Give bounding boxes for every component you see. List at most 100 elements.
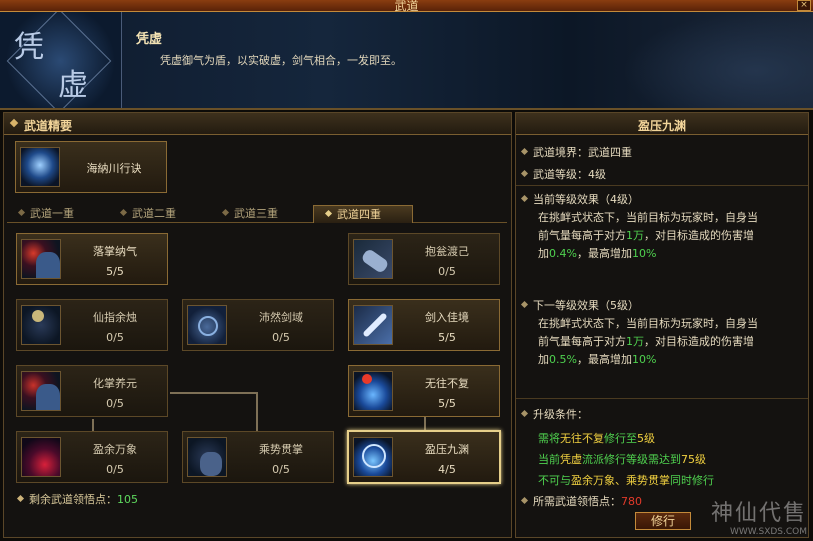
detail-title: 盈压九渊 (637, 119, 686, 133)
diamond-bullet-icon (16, 494, 25, 503)
next-effect-title: 下一等级效果（5级） (520, 297, 639, 313)
skill-card-selected[interactable]: 盈压九渊 4/5 (347, 430, 501, 484)
detail-header: 盈压九渊 (516, 113, 808, 135)
next-effect-label: 下一等级效果（ (533, 299, 610, 312)
next-effect-line-1: 在挑衅式状态下，当前目标为玩家时，自身当 (538, 317, 758, 330)
skill-card[interactable]: 仙指余烛 0/5 (16, 299, 168, 351)
skill-name: 乘势贯掌 (259, 443, 303, 456)
text: 流派修行等级需达到 (582, 453, 681, 466)
skill-header: 凭 虚 凭虚 凭虚御气为盾，以实破虚，剑气相合，一发即至。 (0, 12, 813, 110)
current-effect-title: 当前等级效果（4级） (520, 191, 639, 207)
close-button[interactable]: × (797, 0, 811, 11)
tree-connector (170, 392, 257, 394)
skill-detail-panel: 盈压九渊 武道境界：武道四重 武道等级：4级 当前等级效果（4级） 在挑衅式状态… (515, 112, 809, 538)
highlight-value: 10% (631, 247, 657, 260)
diamond-bullet-icon (520, 409, 529, 418)
text: 前气量每高于对方 (538, 335, 626, 348)
skill-name: 仙指余烛 (93, 311, 137, 324)
logo-char-1: 凭 (14, 30, 44, 65)
skill-card[interactable]: 乘势贯掌 0/5 (182, 431, 334, 483)
diamond-bullet-icon (17, 208, 26, 217)
skill-card[interactable]: 无往不复 5/5 (348, 365, 500, 417)
diamond-bullet-icon (520, 496, 529, 505)
level-line: 武道等级：4级 (520, 166, 606, 182)
requirement-label: 升级条件： (533, 408, 588, 421)
highlight-value: 10% (631, 353, 657, 366)
tree-connector (424, 415, 426, 431)
current-effect-level: 4级 (610, 193, 628, 206)
tab-tier-2[interactable]: 武道二重 (109, 205, 209, 223)
palm-icon (21, 239, 61, 279)
section-header: 武道精要 (4, 113, 511, 135)
palm-icon (21, 371, 61, 411)
skill-card[interactable]: 抱瓮渡己 0/5 (348, 233, 500, 285)
points-label: 剩余武道领悟点： (29, 493, 117, 506)
diamond-bullet-icon (9, 118, 19, 128)
text: ，最高增加 (576, 247, 632, 260)
skill-card[interactable]: 化掌养元 0/5 (16, 365, 168, 417)
detail-basic-block: 武道境界：武道四重 武道等级：4级 (516, 135, 808, 186)
skill-card[interactable]: 剑入佳境 5/5 (348, 299, 500, 351)
tab-label: 武道三重 (234, 207, 278, 220)
realm-line: 武道境界：武道四重 (520, 144, 632, 160)
martial-tree-panel: 武道精要 海納川行诀 武道一重 武道二重 武道三重 武道四重 落掌纳气 5/5 … (3, 112, 512, 538)
watermark-logo-text: 神仙代售 (710, 501, 807, 526)
text: 需将 (538, 432, 560, 445)
logo-char-2: 虚 (58, 68, 88, 103)
school-name: 凭虚 (136, 32, 163, 47)
skill-name: 抱瓮渡己 (425, 245, 469, 258)
skill-level: 0/5 (272, 463, 290, 476)
tree-connector (256, 392, 258, 431)
watermark: 神仙代售 WWW.SXDS.COM (711, 495, 807, 537)
top-skill-name: 海納川行诀 (86, 162, 142, 175)
required-points-label: 所需武道领悟点： (533, 495, 621, 508)
highlight-value: 5级 (637, 432, 655, 445)
text: 同时修行 (670, 474, 714, 487)
skill-level: 4/5 (438, 463, 456, 476)
tab-label: 武道一重 (30, 207, 74, 220)
highlight-value: 75级 (681, 453, 706, 466)
top-skill-card[interactable]: 海納川行诀 (15, 141, 167, 193)
skill-level: 0/5 (272, 331, 290, 344)
requirement-line-2: 当前凭虚流派修行等级需达到75级 (538, 451, 706, 467)
figure-icon (187, 437, 227, 477)
diamond-bullet-icon (119, 208, 128, 217)
realm-value: 武道四重 (588, 146, 632, 159)
requirement-title: 升级条件： (520, 406, 588, 422)
text: ，对目标造成的伤害增 (644, 229, 754, 242)
skill-level: 5/5 (438, 397, 456, 410)
tab-tier-4[interactable]: 武道四重 (313, 205, 413, 223)
next-effect-line-3: 加0.5%，最高增加10% (538, 351, 656, 367)
highlight-skills: 盈余万象、乘势贯掌 (571, 474, 670, 487)
tab-tier-1[interactable]: 武道一重 (7, 205, 107, 223)
train-button[interactable]: 修行 (635, 512, 691, 530)
tab-tier-3[interactable]: 武道三重 (211, 205, 311, 223)
sword-field-icon (187, 305, 227, 345)
tab-label: 武道二重 (132, 207, 176, 220)
highlight-value: 1万 (626, 335, 644, 348)
text: 加 (538, 247, 549, 260)
tab-label: 武道四重 (337, 208, 381, 221)
highlight-value: 1万 (626, 229, 644, 242)
skill-card[interactable]: 落掌纳气 5/5 (16, 233, 168, 285)
skill-name: 沛然剑域 (259, 311, 303, 324)
highlight-value: 0.4% (549, 247, 577, 260)
skill-level: 5/5 (106, 265, 124, 278)
diamond-bullet-icon (221, 208, 230, 217)
skill-name: 无往不复 (425, 377, 469, 390)
window-titlebar: 武道 × (0, 0, 813, 13)
skill-level: 5/5 (438, 331, 456, 344)
text: 加 (538, 353, 549, 366)
current-effect-line-3: 加0.4%，最高增加10% (538, 245, 656, 261)
text: 修行至 (604, 432, 637, 445)
requirement-line-3: 不可与盈余万象、乘势贯掌同时修行 (538, 472, 714, 488)
required-points-value: 780 (621, 495, 642, 508)
remaining-points: 剩余武道领悟点：105 (16, 491, 138, 507)
requirement-line-1: 需将无往不复修行至5级 (538, 430, 655, 446)
school-description: 凭虚御气为盾，以实破虚，剑气相合，一发即至。 (160, 54, 402, 67)
orb-icon (353, 437, 393, 477)
skill-name: 落掌纳气 (93, 245, 137, 258)
skill-card[interactable]: 盈余万象 0/5 (16, 431, 168, 483)
skill-card[interactable]: 沛然剑域 0/5 (182, 299, 334, 351)
detail-effect-block: 当前等级效果（4级） 在挑衅式状态下，当前目标为玩家时，自身当 前气量每高于对方… (516, 187, 808, 399)
